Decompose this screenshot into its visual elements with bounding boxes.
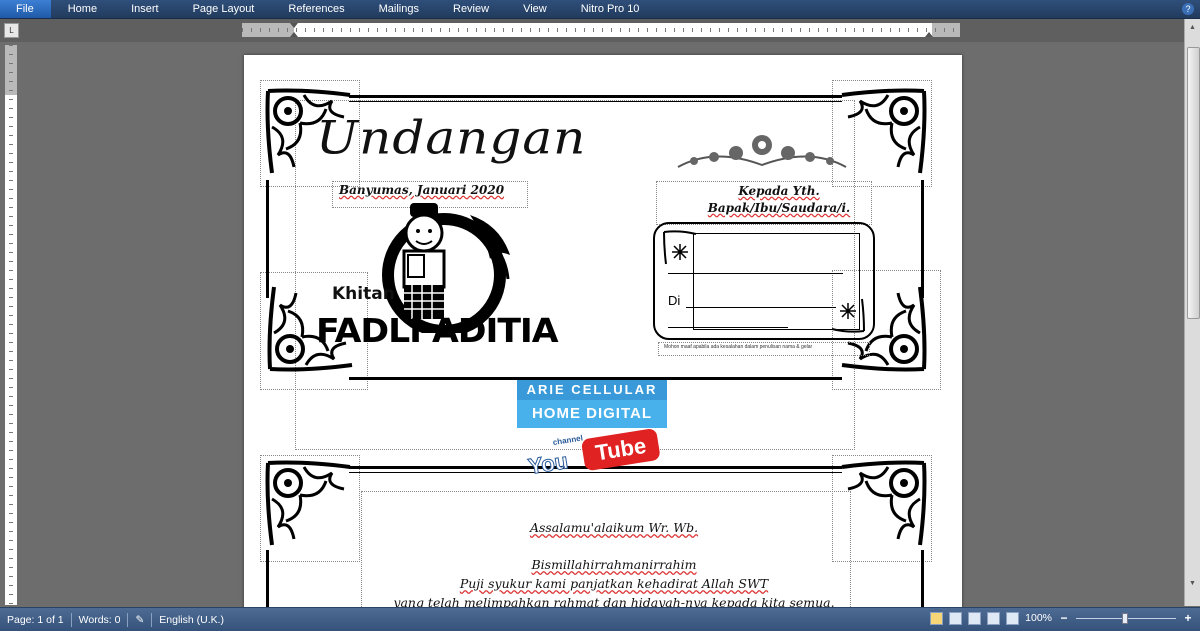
tab-references[interactable]: References (271, 0, 361, 18)
yt-tube-text: Tube (580, 427, 661, 472)
scroll-thumb[interactable] (1187, 47, 1200, 319)
scroll-up-icon[interactable]: ▲ (1187, 23, 1198, 33)
apology-note: Mohon maaf apabila ada kesalahan dalam p… (664, 344, 813, 350)
document-page[interactable]: Undangan Banyumas, Januari 2020 Kepada Y… (244, 55, 962, 615)
flower-ornament-icon (677, 135, 847, 168)
view-controls: 100% − + (930, 611, 1194, 625)
bismillah-line: Bismillahirrahmanirrahim (531, 557, 697, 572)
tab-page-layout[interactable]: Page Layout (176, 0, 272, 18)
zoom-slider[interactable] (1076, 612, 1176, 625)
tab-insert[interactable]: Insert (114, 0, 176, 18)
page-count[interactable]: Page: 1 of 1 (0, 614, 71, 626)
horizontal-ruler[interactable] (242, 23, 960, 37)
zoom-slider-knob[interactable] (1122, 612, 1128, 624)
draft-view-icon[interactable] (1006, 611, 1020, 625)
zoom-level[interactable]: 100% (1025, 612, 1052, 624)
address-line (668, 273, 843, 274)
frame-top-line-thin (349, 101, 842, 102)
frame-left-line-2 (266, 550, 269, 615)
language-indicator[interactable]: English (U.K.) (152, 614, 231, 626)
ornament-corner-icon (265, 460, 351, 546)
outline-view-icon[interactable] (987, 611, 1001, 625)
zoom-out-button[interactable]: − (1058, 611, 1070, 625)
yt-you-text: You (526, 448, 570, 480)
body-line-1: Puji syukur kami panjatkan kehadirat All… (459, 576, 769, 591)
status-bar: Page: 1 of 1 Words: 0 ✎ English (U.K.) 1… (0, 607, 1200, 631)
recipient-heading: Kepada Yth. Bapak/Ibu/Saudara/i. (684, 183, 874, 217)
ruler-area: L (0, 19, 1200, 42)
greeting-line: Assalamu'alaikum Wr. Wb. (529, 520, 699, 535)
print-layout-icon[interactable] (930, 611, 944, 625)
yt-channel-text: channel (552, 433, 584, 448)
ornament-corner-icon (841, 460, 927, 546)
tab-nitro[interactable]: Nitro Pro 10 (564, 0, 657, 18)
snowflake-ornament-icon (663, 230, 697, 265)
frame-top-line (349, 95, 842, 98)
tab-home[interactable]: Home (51, 0, 114, 18)
frame-right-line-2 (921, 550, 924, 615)
kepada-line-1: Kepada Yth. (738, 184, 820, 198)
tab-mailings[interactable]: Mailings (362, 0, 436, 18)
tab-review[interactable]: Review (436, 0, 506, 18)
proofing-icon[interactable]: ✎ (128, 614, 151, 626)
youtube-logo-icon: channel You Tube (523, 422, 664, 485)
scroll-down-icon[interactable]: ▼ (1187, 579, 1198, 589)
full-screen-reading-icon[interactable] (949, 611, 963, 625)
web-layout-icon[interactable] (968, 611, 982, 625)
tab-file[interactable]: File (0, 0, 51, 18)
event-label: Khitan (332, 284, 395, 304)
logo-line-1: ARIE CELLULAR (517, 380, 667, 400)
ribbon-tab-bar: File Home Insert Page Layout References … (0, 0, 1200, 19)
channel-logo: ARIE CELLULAR HOME DIGITAL channel You T… (517, 380, 667, 480)
question-icon[interactable]: ? (1182, 3, 1194, 15)
celebrant-name: FADLI ADITIA (316, 311, 559, 350)
di-label: Di (668, 293, 681, 308)
word-count[interactable]: Words: 0 (72, 614, 128, 626)
address-line (686, 307, 836, 308)
vertical-ruler[interactable] (5, 45, 17, 605)
kepada-line-2: Bapak/Ibu/Saudara/i. (707, 201, 851, 215)
address-line (668, 327, 788, 328)
invitation-title: Undangan (316, 111, 587, 165)
vertical-scrollbar[interactable]: ▲ ▼ (1184, 19, 1200, 606)
tab-selector[interactable]: L (4, 23, 19, 38)
snowflake-ornament-icon (831, 298, 865, 333)
tab-view[interactable]: View (506, 0, 564, 18)
zoom-in-button[interactable]: + (1182, 611, 1194, 625)
